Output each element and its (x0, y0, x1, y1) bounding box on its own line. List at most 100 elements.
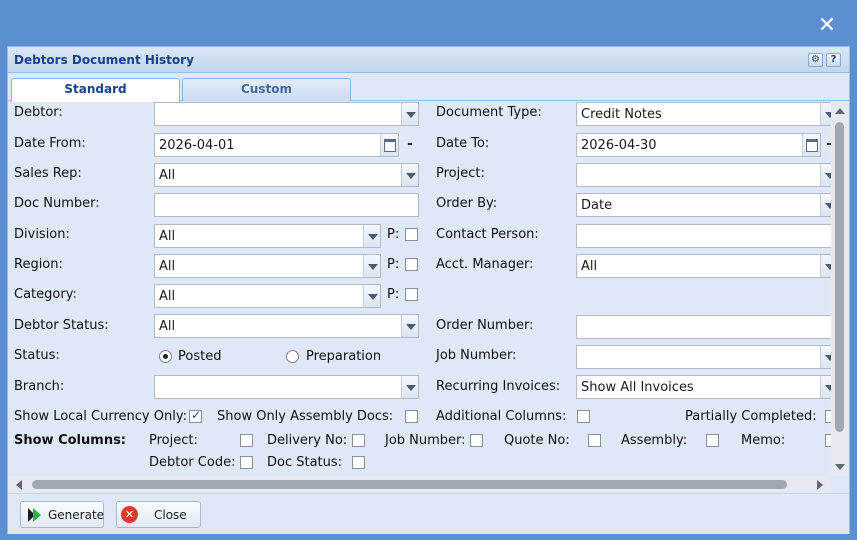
document-type-label: Document Type: (436, 105, 542, 120)
show-column-debtor-code-checkbox[interactable] (240, 456, 253, 469)
show-column-debtor-code-label: Debtor Code: (149, 455, 236, 470)
order-number-label: Order Number: (436, 318, 534, 333)
job-number-label: Job Number: (436, 348, 517, 363)
gear-icon[interactable]: ⚙ (808, 53, 823, 67)
order-number-input[interactable] (576, 315, 838, 339)
additional-columns-label: Additional Columns: (436, 409, 567, 424)
play-icon (28, 508, 41, 522)
recurring-invoices-combo[interactable]: Show All Invoices (576, 375, 838, 399)
region-p-checkbox[interactable] (405, 258, 418, 271)
chevron-down-icon[interactable] (363, 255, 380, 277)
category-label: Category: (14, 287, 77, 302)
date-from-clear-button[interactable]: - (403, 134, 417, 156)
status-posted-radio[interactable] (159, 350, 172, 363)
show-column-project-checkbox[interactable] (240, 434, 253, 447)
calendar-icon[interactable] (802, 134, 820, 156)
order-by-label: Order By: (436, 196, 498, 211)
vertical-scrollbar[interactable] (831, 102, 848, 476)
chevron-down-icon[interactable] (363, 285, 380, 307)
help-icon[interactable]: ? (826, 53, 841, 67)
sales-rep-label: Sales Rep: (14, 166, 82, 181)
order-by-combo[interactable]: Date (576, 193, 838, 217)
doc-number-input[interactable] (154, 193, 419, 217)
debtor-combo[interactable] (154, 102, 419, 126)
show-column-delivery-no-label: Delivery No: (267, 433, 348, 448)
show-column-project-label: Project: (149, 433, 198, 448)
acct-manager-combo[interactable]: All (576, 254, 838, 278)
status-label: Status: (14, 348, 60, 363)
debtor-status-combo[interactable]: All (154, 314, 419, 338)
outer-close-icon[interactable]: ✕ (815, 14, 839, 38)
contact-person-input[interactable] (576, 224, 838, 248)
show-assembly-docs-checkbox[interactable] (405, 410, 418, 423)
document-type-combo[interactable]: Credit Notes (576, 102, 838, 126)
show-column-assembly-label: Assembly: (621, 433, 688, 448)
show-column-memo-label: Memo: (741, 433, 786, 448)
division-p-label: P: (387, 227, 400, 242)
region-label: Region: (14, 257, 63, 272)
vertical-scroll-thumb[interactable] (835, 122, 844, 432)
debtor-label: Debtor: (14, 105, 63, 120)
close-icon: ✕ (121, 506, 138, 523)
partially-completed-label: Partially Completed: (685, 409, 817, 424)
show-local-currency-checkbox[interactable] (189, 408, 202, 423)
date-from-field[interactable]: 2026-04-01 (154, 133, 399, 157)
category-combo[interactable]: All (154, 284, 381, 308)
region-combo[interactable]: All (154, 254, 381, 278)
show-column-doc-status-label: Doc Status: (267, 455, 343, 470)
scroll-right-icon[interactable] (817, 480, 823, 490)
show-local-currency-label: Show Local Currency Only: (14, 409, 187, 424)
close-button[interactable]: ✕ Close (116, 501, 201, 528)
debtor-status-label: Debtor Status: (14, 318, 109, 333)
chevron-down-icon[interactable] (401, 103, 418, 125)
additional-columns-checkbox[interactable] (577, 410, 590, 423)
date-to-field[interactable]: 2026-04-30 (576, 133, 821, 157)
chevron-down-icon[interactable] (401, 315, 418, 337)
show-column-doc-status-checkbox[interactable] (352, 456, 365, 469)
show-column-quote-no-label: Quote No: (504, 433, 570, 448)
chevron-down-icon[interactable] (401, 164, 418, 186)
category-p-label: P: (387, 287, 400, 302)
division-label: Division: (14, 227, 70, 242)
debtors-document-history-window: Debtors Document History ⚙ ? Standard Cu… (7, 46, 850, 534)
region-p-label: P: (387, 257, 400, 272)
date-to-label: Date To: (436, 136, 490, 151)
scroll-left-icon[interactable] (16, 480, 22, 490)
show-column-assembly-checkbox[interactable] (706, 434, 719, 447)
tab-custom[interactable]: Custom (182, 78, 351, 101)
horizontal-scroll-thumb[interactable] (32, 480, 787, 489)
recurring-invoices-label: Recurring Invoices: (436, 379, 561, 394)
division-combo[interactable]: All (154, 224, 381, 248)
chevron-down-icon[interactable] (401, 376, 418, 398)
project-combo[interactable] (576, 163, 838, 187)
job-number-combo[interactable] (576, 345, 838, 369)
branch-combo[interactable] (154, 375, 419, 399)
show-columns-label: Show Columns: (14, 433, 127, 448)
calendar-icon[interactable] (380, 134, 398, 156)
scroll-up-icon[interactable] (835, 108, 845, 114)
division-p-checkbox[interactable] (405, 228, 418, 241)
form-body: Debtor: Document Type: Credit Notes Date… (8, 102, 840, 476)
chevron-down-icon[interactable] (363, 225, 380, 247)
tab-standard[interactable]: Standard (11, 78, 180, 102)
branch-label: Branch: (14, 379, 65, 394)
doc-number-label: Doc Number: (14, 196, 100, 211)
sales-rep-combo[interactable]: All (154, 163, 419, 187)
date-from-label: Date From: (14, 136, 86, 151)
acct-manager-label: Acct. Manager: (436, 257, 534, 272)
status-preparation-radio[interactable] (286, 350, 299, 363)
status-preparation-label: Preparation (306, 349, 382, 364)
status-posted-label: Posted (178, 349, 222, 364)
window-titlebar: Debtors Document History ⚙ ? (8, 47, 849, 73)
show-assembly-docs-label: Show Only Assembly Docs: (217, 409, 394, 424)
show-column-job-number-label: Job Number: (385, 433, 466, 448)
window-title: Debtors Document History (14, 53, 194, 67)
generate-button[interactable]: Generate (20, 501, 104, 528)
horizontal-scrollbar[interactable] (8, 476, 831, 493)
category-p-checkbox[interactable] (405, 288, 418, 301)
tab-bar: Standard Custom (8, 74, 849, 102)
show-column-quote-no-checkbox[interactable] (588, 434, 601, 447)
show-column-job-number-checkbox[interactable] (470, 434, 483, 447)
show-column-delivery-no-checkbox[interactable] (352, 434, 365, 447)
scroll-down-icon[interactable] (835, 464, 845, 470)
